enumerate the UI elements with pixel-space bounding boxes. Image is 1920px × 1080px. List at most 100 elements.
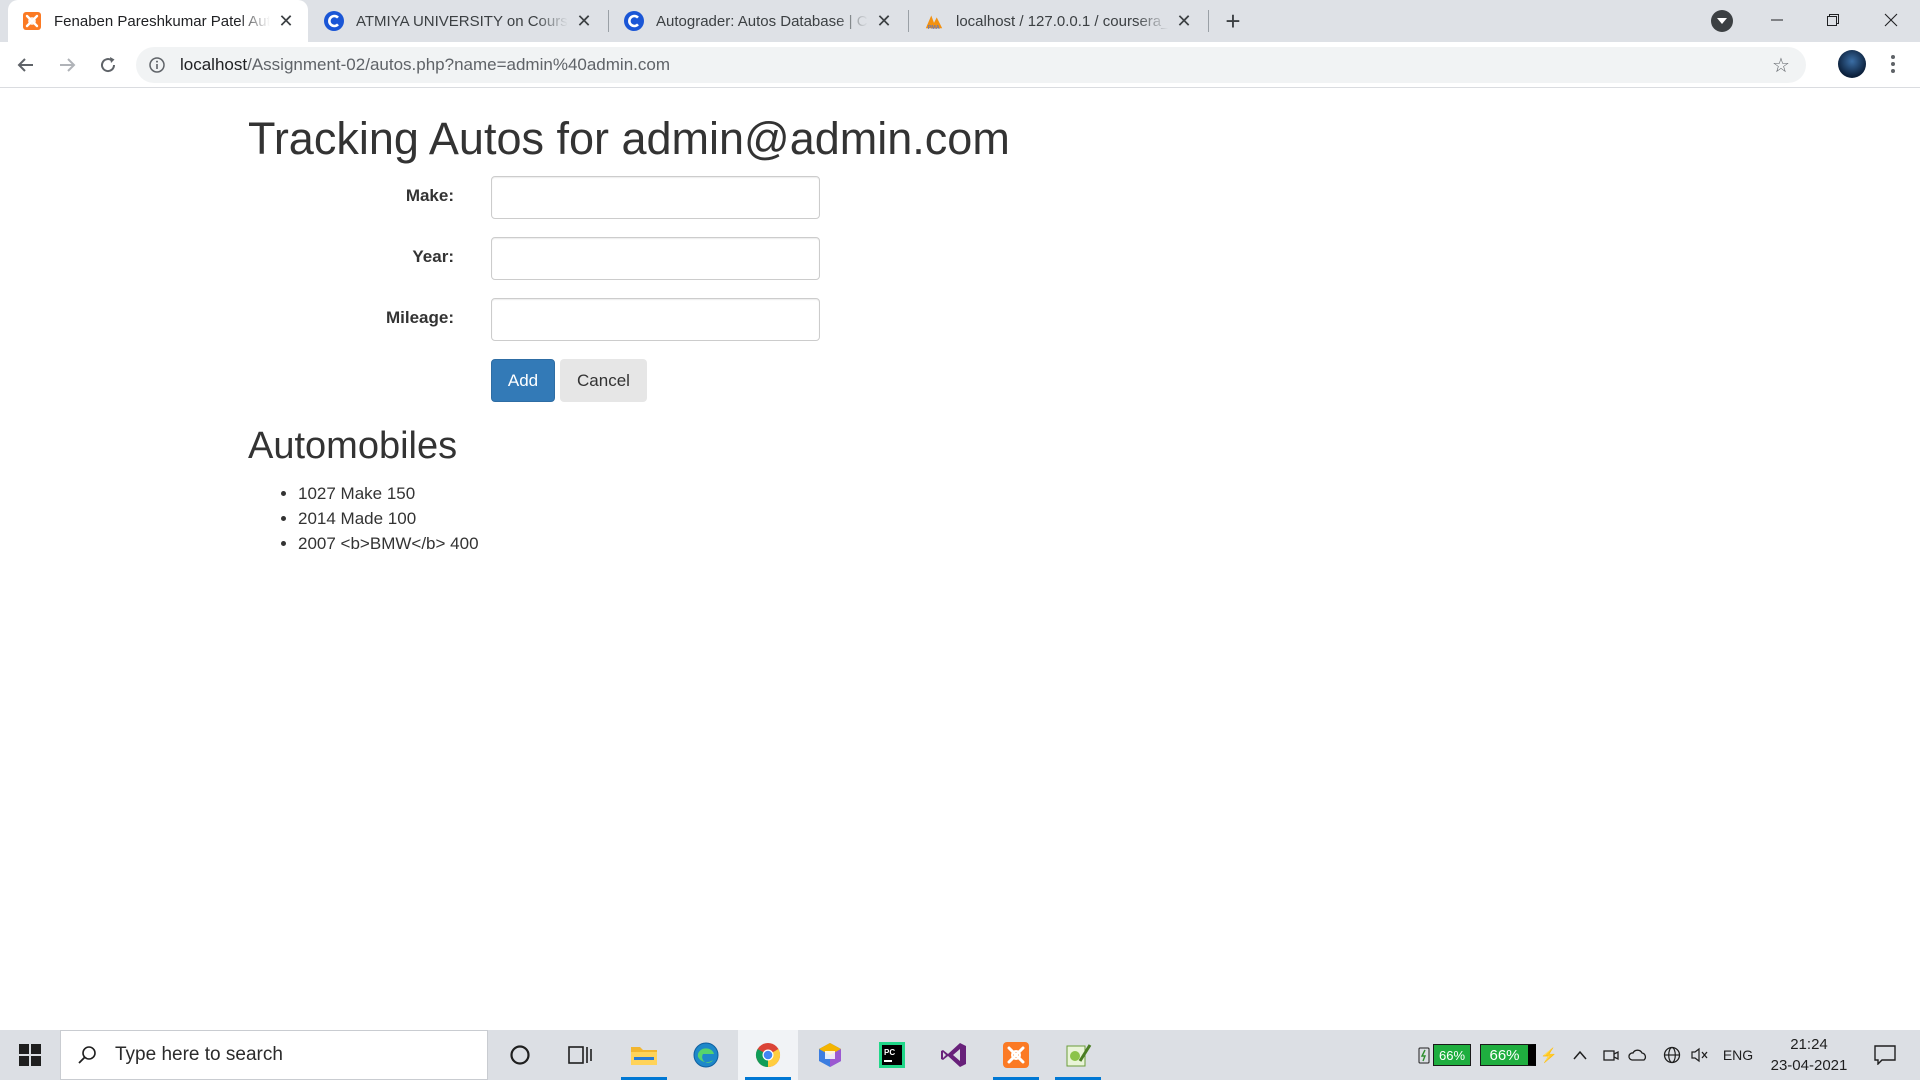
add-button[interactable]: Add bbox=[491, 359, 555, 402]
tab-autograder[interactable]: Autograder: Autos Database | Coursera ✕ bbox=[610, 0, 906, 42]
tab-separator bbox=[608, 10, 609, 32]
taskbar-edge[interactable] bbox=[676, 1030, 736, 1080]
back-button[interactable] bbox=[10, 49, 42, 81]
year-input[interactable] bbox=[491, 237, 820, 280]
coursera-icon bbox=[324, 11, 344, 31]
make-row: Make: bbox=[248, 176, 820, 219]
forward-button[interactable] bbox=[51, 49, 83, 81]
network-globe-icon[interactable] bbox=[1660, 1030, 1684, 1080]
bookmark-star-icon[interactable]: ☆ bbox=[1770, 54, 1792, 77]
info-icon[interactable] bbox=[148, 56, 166, 74]
notepad-plus-icon bbox=[1066, 1044, 1092, 1067]
taskbar-visual-studio[interactable] bbox=[924, 1030, 984, 1080]
url-path: /Assignment-02/autos.php?name=admin%40ad… bbox=[247, 55, 670, 74]
reload-button[interactable] bbox=[92, 49, 124, 81]
search-icon bbox=[75, 1043, 99, 1067]
cancel-button[interactable]: Cancel bbox=[560, 359, 647, 402]
tab-autos[interactable]: Fenaben Pareshkumar Patel Autos ✕ bbox=[8, 0, 308, 42]
folder-icon bbox=[631, 1047, 657, 1065]
url-text: localhost/Assignment-02/autos.php?name=a… bbox=[180, 55, 670, 75]
list-item: 2007 <b>BMW</b> 400 bbox=[298, 531, 479, 556]
meet-now-icon[interactable] bbox=[1600, 1030, 1622, 1080]
automobiles-heading: Automobiles bbox=[248, 425, 458, 467]
battery-large-indicator[interactable]: 66% bbox=[1480, 1044, 1536, 1066]
taskbar-chrome[interactable] bbox=[738, 1030, 798, 1080]
make-label: Make: bbox=[405, 186, 454, 205]
onedrive-icon[interactable] bbox=[1626, 1030, 1650, 1080]
battery-small-indicator[interactable]: 66% bbox=[1433, 1044, 1471, 1066]
start-button[interactable] bbox=[0, 1030, 60, 1080]
chrome-icon bbox=[755, 1043, 781, 1067]
close-tab-icon[interactable]: ✕ bbox=[276, 11, 296, 31]
coursera-icon bbox=[624, 11, 644, 31]
search-placeholder: Type here to search bbox=[115, 1044, 283, 1065]
task-view-icon bbox=[568, 1046, 592, 1064]
tab-coursera-university[interactable]: ATMIYA UNIVERSITY on Coursera ✕ bbox=[310, 0, 606, 42]
tab-separator bbox=[908, 10, 909, 32]
tab-title: Fenaben Pareshkumar Patel Autos bbox=[54, 12, 270, 30]
year-row: Year: bbox=[248, 237, 820, 280]
make-input[interactable] bbox=[491, 176, 820, 219]
mileage-label: Mileage: bbox=[385, 308, 454, 327]
clock-time: 21:24 bbox=[1790, 1036, 1828, 1053]
windows-logo-icon bbox=[19, 1044, 41, 1066]
taskbar-notepad-plus[interactable] bbox=[1048, 1030, 1108, 1080]
clock-date: 23-04-2021 bbox=[1770, 1057, 1848, 1074]
phpmyadmin-icon: PMA bbox=[924, 11, 944, 31]
chevron-down-icon bbox=[1717, 18, 1727, 24]
battery-saver-icon[interactable] bbox=[1414, 1030, 1434, 1080]
restore-icon bbox=[1827, 14, 1839, 26]
tab-title: Autograder: Autos Database | Coursera bbox=[656, 12, 868, 30]
new-tab-button[interactable]: + bbox=[1218, 6, 1248, 36]
tab-separator bbox=[1208, 10, 1209, 32]
address-bar[interactable]: localhost/Assignment-02/autos.php?name=a… bbox=[136, 47, 1806, 83]
close-tab-icon[interactable]: ✕ bbox=[1174, 11, 1194, 31]
edge-icon bbox=[693, 1042, 719, 1068]
back-arrow-icon bbox=[17, 58, 33, 72]
close-tab-icon[interactable]: ✕ bbox=[574, 11, 594, 31]
page-content: Tracking Autos for admin@admin.com Make:… bbox=[0, 89, 1920, 1029]
taskbar: Type here to search PC 66% 66% ⚡ ENG 21:… bbox=[0, 1030, 1920, 1080]
volume-muted-icon[interactable] bbox=[1688, 1030, 1712, 1080]
url-host: localhost bbox=[180, 55, 248, 74]
tab-phpmyadmin[interactable]: PMA localhost / 127.0.0.1 / coursera_db … bbox=[910, 0, 1206, 42]
taskbar-file-explorer[interactable] bbox=[614, 1030, 674, 1080]
browser-toolbar: localhost/Assignment-02/autos.php?name=a… bbox=[0, 42, 1920, 88]
xampp-icon bbox=[1003, 1042, 1029, 1068]
svg-text:PC: PC bbox=[884, 1048, 895, 1057]
year-label: Year: bbox=[412, 247, 454, 266]
visual-studio-icon bbox=[941, 1043, 966, 1067]
minimize-icon bbox=[1771, 19, 1783, 21]
close-tab-icon[interactable]: ✕ bbox=[874, 11, 894, 31]
cortana-icon bbox=[510, 1045, 530, 1065]
taskbar-xampp[interactable] bbox=[986, 1030, 1046, 1080]
svg-text:PMA: PMA bbox=[928, 25, 940, 31]
show-hidden-icons-button[interactable] bbox=[1568, 1030, 1592, 1080]
task-view-button[interactable] bbox=[550, 1030, 610, 1080]
browser-menu-button[interactable] bbox=[1883, 50, 1903, 78]
mileage-input[interactable] bbox=[491, 298, 820, 341]
mileage-row: Mileage: bbox=[248, 298, 820, 341]
close-icon bbox=[1884, 13, 1898, 27]
chevron-up-icon bbox=[1573, 1050, 1587, 1060]
minimize-button[interactable] bbox=[1754, 0, 1800, 40]
power-plug-icon: ⚡ bbox=[1540, 1046, 1558, 1063]
notifications-button[interactable] bbox=[1862, 1030, 1908, 1080]
notification-icon bbox=[1874, 1045, 1896, 1065]
close-window-button[interactable] bbox=[1868, 0, 1914, 40]
cube-icon bbox=[819, 1043, 841, 1067]
taskbar-clock[interactable]: 21:24 23-04-2021 bbox=[1762, 1034, 1856, 1076]
tab-title: ATMIYA UNIVERSITY on Coursera bbox=[356, 12, 568, 30]
restore-button[interactable] bbox=[1810, 0, 1856, 40]
language-indicator[interactable]: ENG bbox=[1718, 1030, 1758, 1080]
page-title: Tracking Autos for admin@admin.com bbox=[248, 113, 1010, 164]
taskbar-pycharm[interactable]: PC bbox=[862, 1030, 922, 1080]
tab-search-button[interactable] bbox=[1711, 10, 1733, 32]
cortana-button[interactable] bbox=[490, 1030, 550, 1080]
taskbar-search[interactable]: Type here to search bbox=[60, 1030, 488, 1080]
list-item: 2014 Made 100 bbox=[298, 506, 479, 531]
taskbar-app-cube[interactable] bbox=[800, 1030, 860, 1080]
reload-icon bbox=[101, 57, 116, 73]
list-item: 1027 Make 150 bbox=[298, 481, 479, 506]
profile-avatar[interactable] bbox=[1838, 50, 1866, 78]
